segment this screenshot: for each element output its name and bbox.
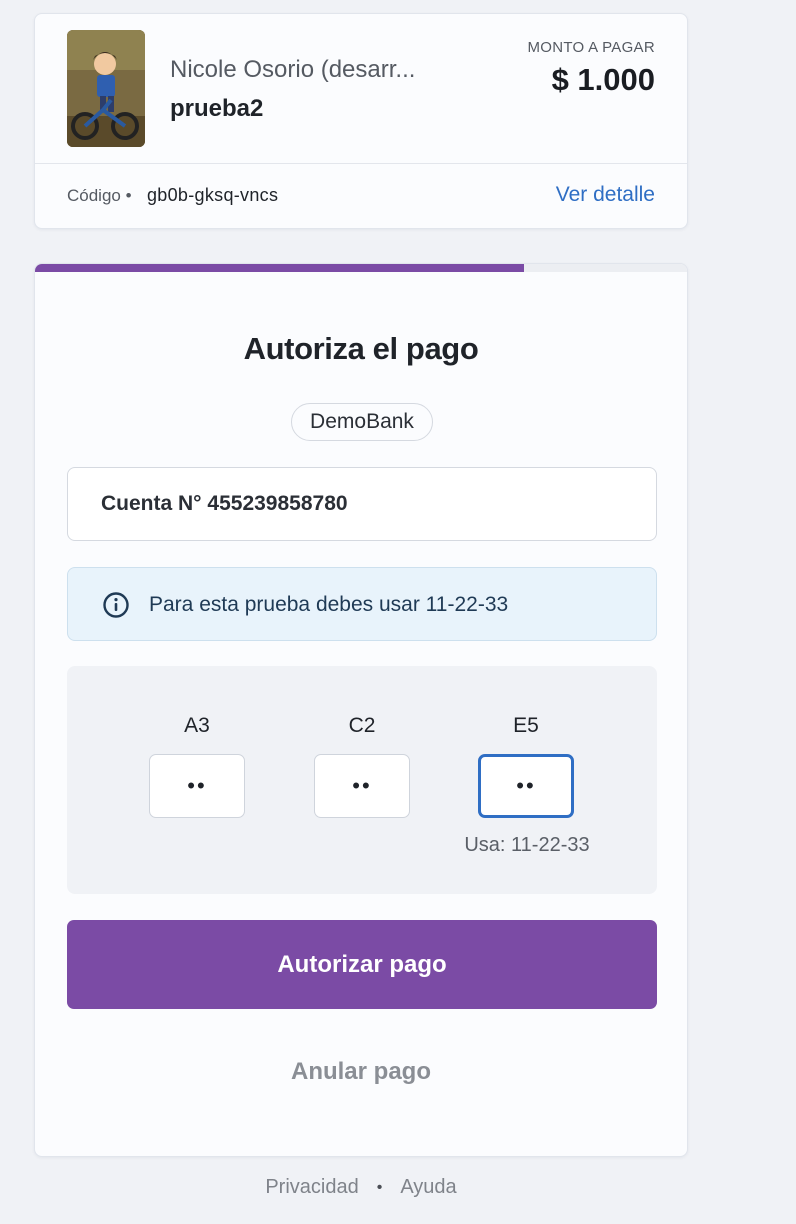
cancel-payment-link[interactable]: Anular pago	[35, 1058, 687, 1086]
coordinate-e5: E5 ••	[478, 714, 574, 818]
payment-description: prueba2	[170, 95, 264, 122]
coordinate-input-a3[interactable]: ••	[149, 754, 245, 818]
info-icon	[103, 592, 129, 618]
coordinate-label: C2	[348, 714, 376, 737]
coordinate-input-e5[interactable]: ••	[478, 754, 574, 818]
bank-badge: DemoBank	[291, 403, 433, 441]
merchant-header: Nicole Osorio (desarr... prueba2 MONTO A…	[35, 14, 687, 164]
merchant-footer: Código • gb0b-gksq-vncs Ver detalle	[35, 164, 687, 228]
progress-bar	[35, 264, 687, 272]
privacy-link[interactable]: Privacidad	[265, 1176, 358, 1199]
merchant-name: Nicole Osorio (desarr...	[170, 56, 416, 83]
merchant-avatar	[67, 30, 145, 147]
footer-separator: •	[376, 1178, 383, 1196]
merchant-card: Nicole Osorio (desarr... prueba2 MONTO A…	[34, 13, 688, 229]
coordinate-input-c2[interactable]: ••	[314, 754, 410, 818]
code-label: Código •	[67, 186, 132, 205]
info-alert: Para esta prueba debes usar 11-22-33	[67, 567, 657, 641]
coordinate-hint: Usa: 11-22-33	[464, 834, 590, 856]
amount-value: $ 1.000	[551, 62, 655, 97]
coordinate-c2: C2 ••	[314, 714, 410, 818]
coordinate-label: A3	[184, 714, 210, 737]
coordinate-a3: A3 ••	[149, 714, 245, 818]
authorization-card: Autoriza el pago DemoBank Cuenta N° 4552…	[34, 263, 688, 1157]
account-number: Cuenta N° 455239858780	[101, 492, 348, 515]
account-box: Cuenta N° 455239858780	[67, 467, 657, 541]
payment-page: Nicole Osorio (desarr... prueba2 MONTO A…	[0, 0, 796, 1224]
amount-label: MONTO A PAGAR	[527, 39, 655, 56]
avatar-image	[67, 30, 145, 147]
authorize-payment-button[interactable]: Autorizar pago	[67, 920, 657, 1009]
coordinate-label: E5	[513, 714, 539, 737]
payment-code: gb0b-gksq-vncs	[147, 185, 279, 205]
help-link[interactable]: Ayuda	[400, 1176, 456, 1199]
progress-bar-fill	[35, 264, 524, 272]
info-text: Para esta prueba debes usar 11-22-33	[149, 593, 509, 616]
coordinates-panel: A3 •• C2 •• E5 •• Usa: 11-22-33	[67, 666, 657, 894]
footer: Privacidad • Ayuda	[34, 1176, 688, 1199]
view-detail-link[interactable]: Ver detalle	[556, 183, 655, 207]
page-title: Autoriza el pago	[243, 331, 479, 366]
